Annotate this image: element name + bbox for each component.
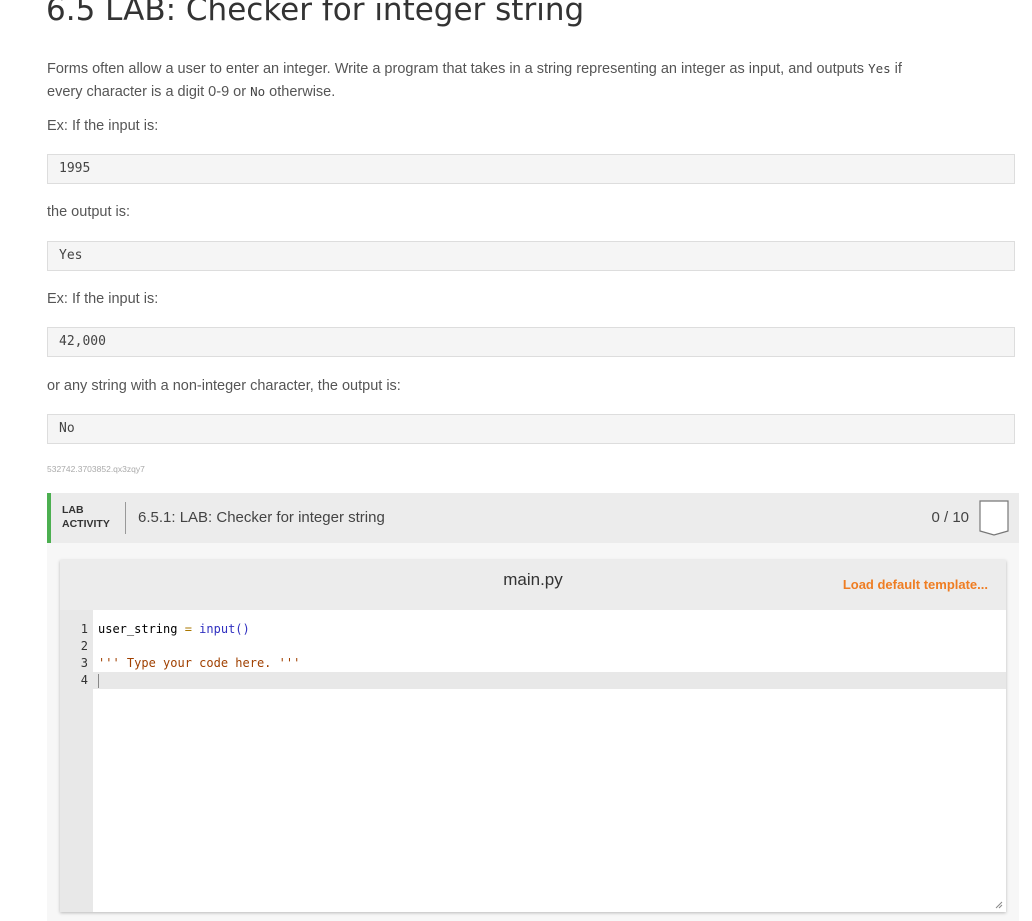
intro-text-2-end: otherwise. (265, 84, 336, 100)
intro-yes-code: Yes (868, 61, 891, 76)
content-identifier: 532742.3703852.qx3zqy7 (47, 464, 145, 474)
example-2-output: No (47, 414, 1015, 444)
line-number-gutter: 1 2 3 4 (60, 610, 93, 912)
code-operator: = (177, 622, 200, 636)
intro-line-1: Forms often allow a user to enter an int… (47, 58, 902, 80)
load-default-template-link[interactable]: Load default template... (843, 577, 988, 592)
text-cursor (98, 673, 99, 688)
lab-score: 0 / 10 (931, 509, 969, 526)
line-number: 3 (80, 656, 88, 670)
page-title: 6.5 LAB: Checker for integer string (46, 0, 585, 28)
code-input-area[interactable]: user_string = input() ''' Type your code… (93, 610, 1006, 912)
example-2-input: 42,000 (47, 327, 1015, 357)
intro-text-end: if (890, 61, 902, 77)
active-line-highlight (93, 672, 1006, 689)
code-editor: main.py Load default template... 1 2 3 4… (60, 560, 1006, 912)
code-line-4 (98, 672, 99, 689)
score-badge-icon (979, 500, 1009, 536)
line-number: 2 (80, 639, 88, 653)
code-line-3: ''' Type your code here. ''' (98, 656, 301, 670)
intro-no-code: No (250, 84, 266, 99)
intro-text: Forms often allow a user to enter an int… (47, 61, 869, 77)
code-variable: user_string (98, 622, 178, 636)
lab-label-line-2: ACTIVITY (62, 518, 110, 530)
example-2-label: Ex: If the input is: (47, 291, 159, 307)
editor-toolbar: main.py Load default template... (60, 560, 1006, 610)
intro-line-2: every character is a digit 0-9 or No oth… (47, 81, 335, 103)
example-1-label: Ex: If the input is: (47, 118, 159, 134)
intro-text-2: every character is a digit 0-9 or (47, 84, 251, 100)
line-number: 1 (80, 622, 88, 636)
lab-label-line-1: LAB (62, 504, 84, 516)
lab-activity-label: LAB ACTIVITY (62, 503, 110, 531)
code-function-call: input() (199, 622, 250, 636)
lab-divider (125, 502, 126, 534)
resize-handle-icon[interactable] (995, 901, 1003, 909)
lab-title: 6.5.1: LAB: Checker for integer string (138, 509, 385, 526)
example-1-output-label: the output is: (47, 204, 131, 220)
example-1-input: 1995 (47, 154, 1015, 184)
line-number: 4 (80, 673, 88, 687)
example-2-output-label: or any string with a non-integer charact… (47, 378, 401, 394)
example-1-output: Yes (47, 241, 1015, 271)
lab-header: LAB ACTIVITY 6.5.1: LAB: Checker for int… (47, 493, 1019, 543)
lab-activity: LAB ACTIVITY 6.5.1: LAB: Checker for int… (47, 493, 1019, 921)
code-line-1: user_string = input() (98, 621, 250, 638)
